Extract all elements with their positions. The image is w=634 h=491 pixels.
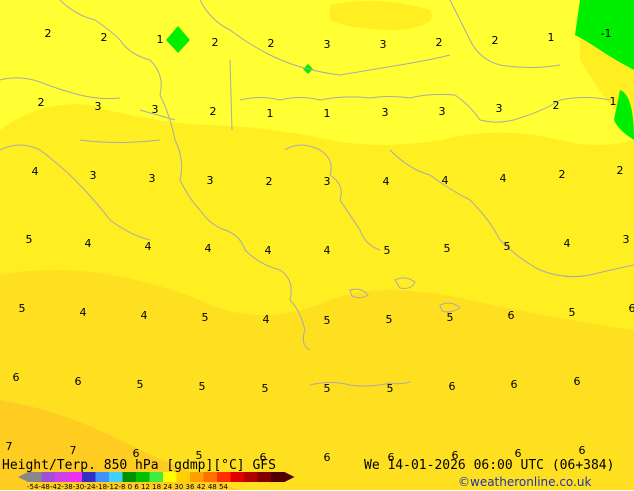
temperature-label: 5 — [19, 302, 26, 315]
temperature-label: 2 — [210, 105, 217, 118]
temperature-label: 5 — [137, 378, 144, 391]
temperature-label: 5 — [504, 240, 511, 253]
temperature-label: 5 — [569, 306, 576, 319]
temperature-label: 6 — [579, 444, 586, 457]
temperature-label: 3 — [380, 38, 387, 51]
scale-swatch — [42, 472, 56, 482]
temperature-label: 2 — [45, 27, 52, 40]
temperature-label: 3 — [324, 38, 331, 51]
temperature-label: 1 — [267, 107, 274, 120]
temperature-label: 6 — [629, 302, 634, 315]
scale-swatch — [69, 472, 83, 482]
temperature-label: 2 — [492, 34, 499, 47]
temperature-label: 3 — [496, 102, 503, 115]
temperature-label: 4 — [85, 237, 92, 250]
temperature-label: 2 — [38, 96, 45, 109]
scale-swatch — [123, 472, 137, 482]
color-scale — [18, 472, 295, 482]
temperature-label: 3 — [382, 106, 389, 119]
temperature-label: 2 — [559, 168, 566, 181]
scale-swatch — [177, 472, 191, 482]
temperature-label: 5 — [386, 313, 393, 326]
scale-swatch — [136, 472, 150, 482]
temperature-label: 6 — [508, 309, 515, 322]
scale-swatch — [150, 472, 164, 482]
temperature-label: 7 — [6, 440, 13, 453]
scale-swatch — [109, 472, 123, 482]
temperature-label: 4 — [145, 240, 152, 253]
temperature-label: 3 — [152, 103, 159, 116]
temperature-label: 5 — [447, 311, 454, 324]
temperature-label: 6 — [75, 375, 82, 388]
temperature-label: 4 — [564, 237, 571, 250]
temperature-label: 3 — [324, 175, 331, 188]
temperature-label: 1 — [610, 95, 617, 108]
temperature-label: 3 — [149, 172, 156, 185]
temperature-label: 6 — [574, 375, 581, 388]
scale-swatch — [271, 472, 285, 482]
scale-swatch — [82, 472, 96, 482]
temperature-label: 5 — [324, 314, 331, 327]
scale-swatch — [55, 472, 69, 482]
temperature-label: 4 — [141, 309, 148, 322]
temperature-label: 3 — [90, 169, 97, 182]
temperature-label: 4 — [263, 313, 270, 326]
temperature-label: 5 — [199, 380, 206, 393]
temperature-label: 1 — [548, 31, 555, 44]
scale-swatch — [258, 472, 272, 482]
temperature-label: 5 — [202, 311, 209, 324]
temperature-label: 2 — [553, 99, 560, 112]
scale-swatch — [204, 472, 218, 482]
temperature-label: 4 — [500, 172, 507, 185]
scale-swatch — [28, 472, 42, 482]
temperature-label: 5 — [444, 242, 451, 255]
scale-swatch — [217, 472, 231, 482]
temperature-label: 6 — [449, 380, 456, 393]
temperature-label: 4 — [265, 244, 272, 257]
temperature-label: 1 — [324, 107, 331, 120]
temperature-label: 6 — [511, 378, 518, 391]
temperature-label: 4 — [442, 174, 449, 187]
scale-swatch — [244, 472, 258, 482]
chart-title: Height/Terp. 850 hPa [gdmp][°C] GFS — [2, 459, 276, 473]
temperature-label: 7 — [70, 444, 77, 457]
temperature-label: 3 — [439, 105, 446, 118]
temperature-map: 2 2 1 2 2 3 3 2 2 1 -1 2 3 3 2 1 1 3 3 3 2 1 4 3 3 3 2 3 4 4 4 2 2 5 4 4 4 4 4… — [0, 0, 634, 490]
temperature-label: 2 — [101, 31, 108, 44]
temperature-label: 3 — [623, 233, 630, 246]
credit-link[interactable]: ©weatheronline.co.uk — [458, 475, 591, 489]
temperature-label: 1 — [157, 33, 164, 46]
temperature-label: 4 — [205, 242, 212, 255]
temperature-label: 5 — [387, 382, 394, 395]
scale-swatch — [231, 472, 245, 482]
temperature-label: 4 — [383, 175, 390, 188]
scale-swatch — [96, 472, 110, 482]
temperature-label: 4 — [80, 306, 87, 319]
temperature-label: 5 — [26, 233, 33, 246]
temperature-label: 5 — [262, 382, 269, 395]
temperature-label: 4 — [324, 244, 331, 257]
temperature-label: 6 — [13, 371, 20, 384]
temperature-label: -1 — [601, 27, 612, 40]
temperature-label: 5 — [384, 244, 391, 257]
scale-swatch — [163, 472, 177, 482]
temperature-label: 2 — [617, 164, 624, 177]
temperature-label: 3 — [95, 100, 102, 113]
scale-swatch — [190, 472, 204, 482]
temperature-label: 5 — [324, 382, 331, 395]
valid-datetime: We 14-01-2026 06:00 UTC (06+384) — [364, 459, 614, 473]
temperature-label: 2 — [268, 37, 275, 50]
temperature-label: 6 — [324, 451, 331, 464]
temperature-label: 2 — [436, 36, 443, 49]
temperature-label: 4 — [32, 165, 39, 178]
temperature-label: 2 — [212, 36, 219, 49]
temperature-label: 2 — [266, 175, 273, 188]
temperature-label: 3 — [207, 174, 214, 187]
